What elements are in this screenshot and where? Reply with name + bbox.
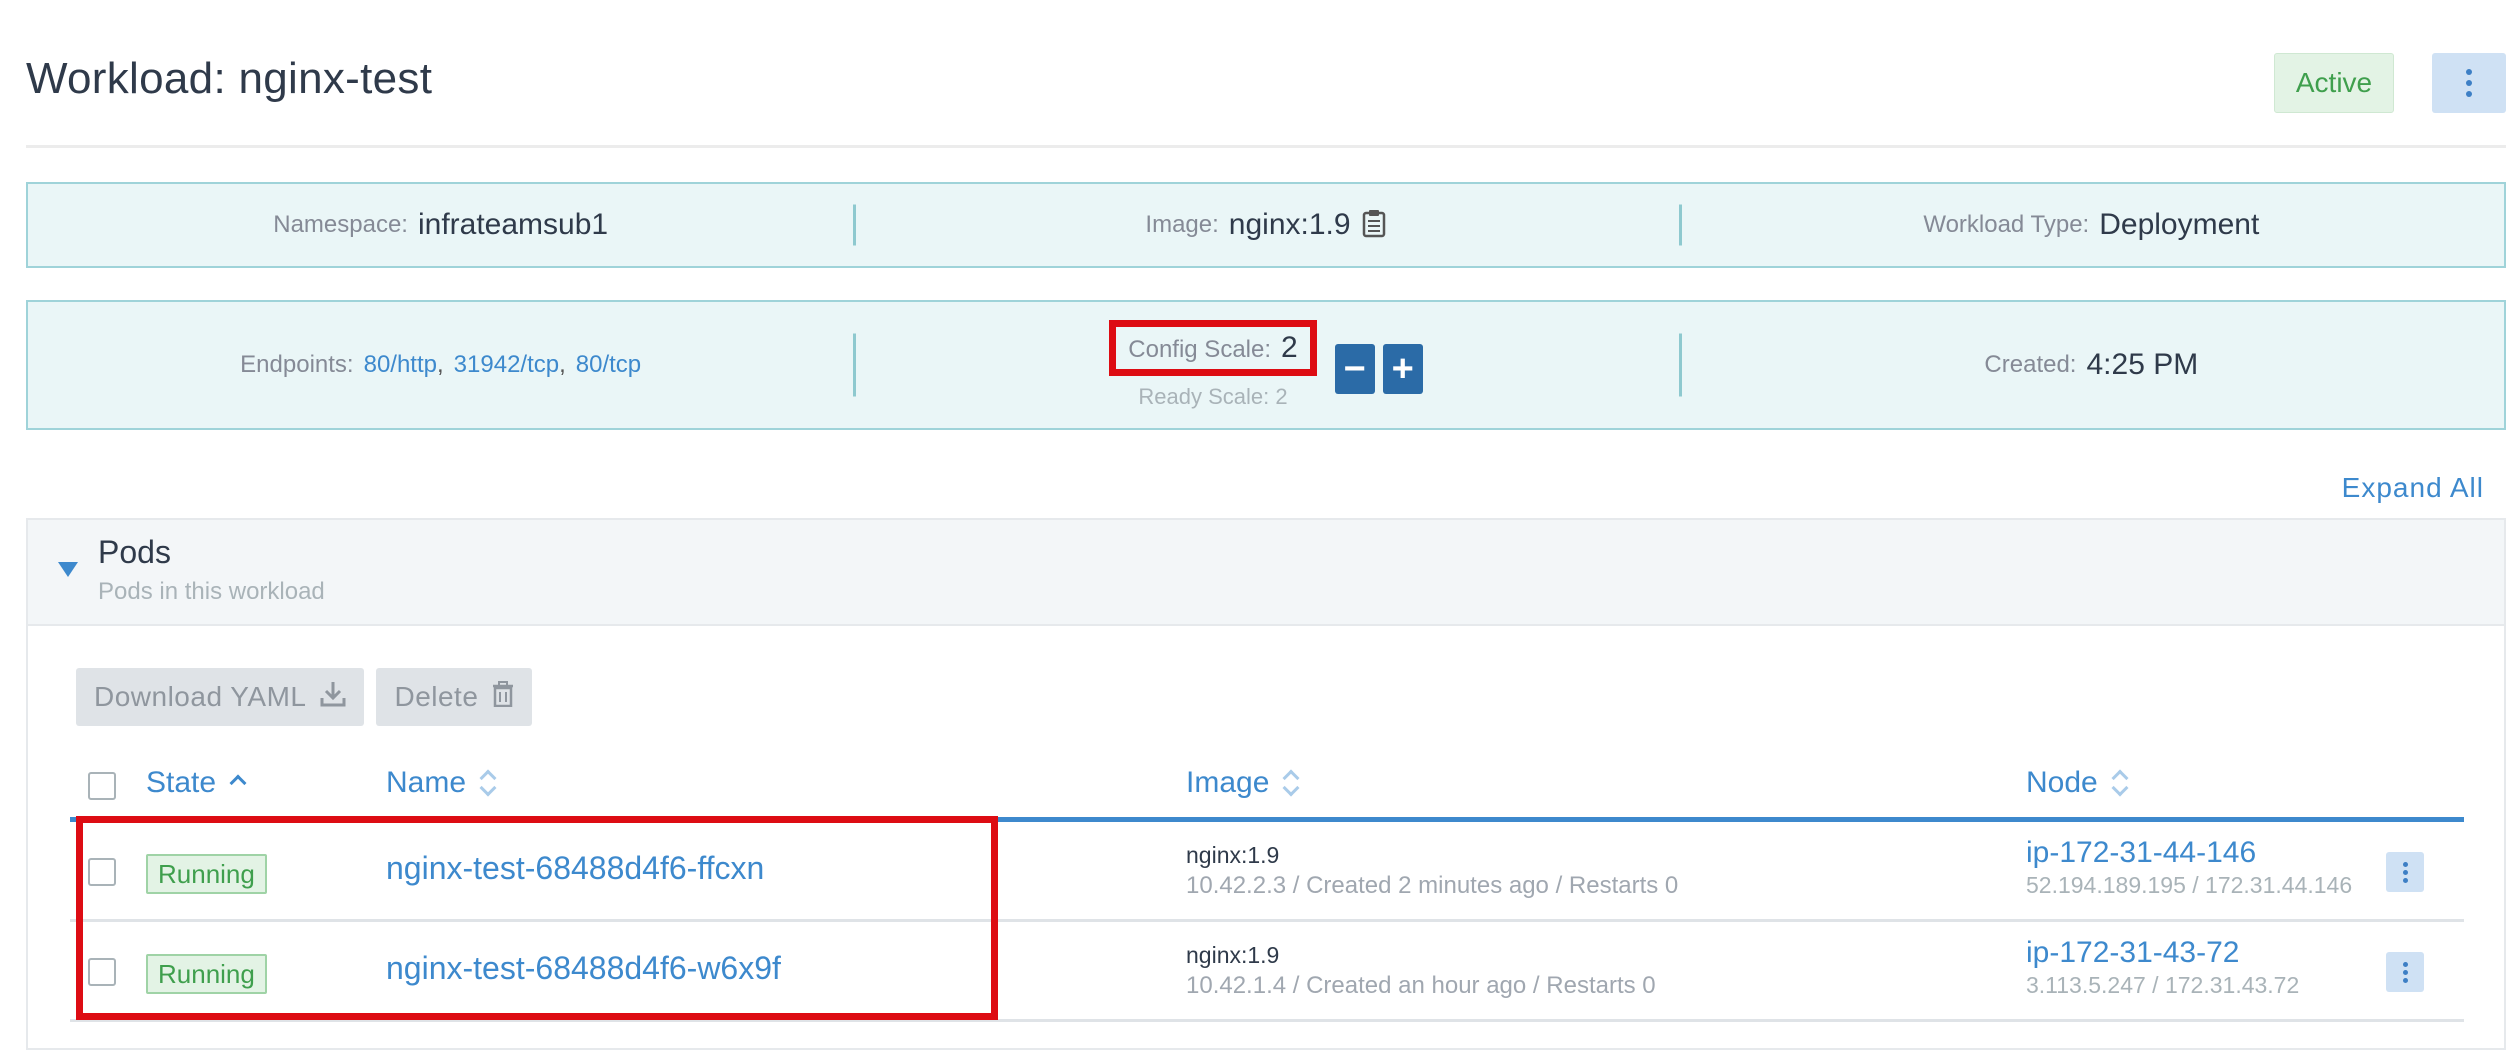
pods-subtitle: Pods in this workload [98, 578, 325, 605]
namespace-label: Namespace: [273, 211, 408, 238]
config-scale-value: 2 [1281, 331, 1298, 364]
select-all-checkbox[interactable] [88, 772, 116, 800]
table-header: State Name Image Node [70, 748, 2464, 822]
download-yaml-label: Download YAML [94, 681, 307, 712]
table-row: Running nginx-test-68488d4f6-w6x9f nginx… [70, 922, 2464, 1022]
status-badge: Active [2274, 53, 2394, 113]
pod-meta: 10.42.1.4 / Created an hour ago / Restar… [1186, 972, 1656, 999]
sort-icon [229, 774, 247, 792]
pods-section: Pods Pods in this workload Download YAML… [26, 518, 2506, 1050]
config-scale: Config Scale: 2 [1109, 320, 1317, 376]
workload-scale-panel: Endpoints: 80/http, 31942/tcp, 80/tcp Co… [26, 300, 2506, 430]
workload-type-value: Deployment [2099, 208, 2260, 241]
endpoint-link[interactable]: 31942/tcp [454, 351, 559, 379]
workload-actions-button[interactable] [2432, 53, 2506, 113]
ready-scale: Ready Scale: 2 [1138, 384, 1288, 409]
workload-type-cell: Workload Type: Deployment [1679, 184, 2504, 266]
row-checkbox[interactable] [88, 858, 116, 886]
delete-button[interactable]: Delete [376, 668, 533, 726]
image-cell: Image: nginx:1.9 [853, 184, 1678, 266]
pods-section-header[interactable]: Pods Pods in this workload [28, 520, 2504, 626]
download-yaml-button[interactable]: Download YAML [76, 668, 365, 726]
namespace-cell: Namespace: infrateamsub1 [28, 184, 853, 266]
workload-type-label: Workload Type: [1923, 211, 2090, 238]
row-actions-button[interactable] [2386, 852, 2424, 892]
download-icon [320, 680, 346, 715]
node-ips: 52.194.189.195 / 172.31.44.146 [2026, 872, 2353, 898]
pods-title: Pods [98, 534, 171, 570]
scale-cell: Config Scale: 2 Ready Scale: 2 − + [853, 302, 1678, 428]
sort-icon [2111, 769, 2129, 797]
config-scale-label: Config Scale: [1128, 336, 1272, 363]
scale-down-button[interactable]: − [1334, 344, 1375, 394]
endpoint-link[interactable]: 80/tcp [576, 351, 641, 379]
scale-up-button[interactable]: + [1382, 344, 1423, 394]
state-badge: Running [146, 854, 267, 894]
created-value: 4:25 PM [2086, 348, 2199, 381]
column-header-image[interactable]: Image [1186, 766, 1300, 800]
pod-image: nginx:1.9 [1186, 942, 1280, 968]
pod-name-link[interactable]: nginx-test-68488d4f6-w6x9f [386, 950, 781, 987]
bulk-actions: Download YAML Delete [76, 668, 533, 726]
state-badge: Running [146, 954, 267, 994]
page-header: Workload: nginx-test Active [26, 40, 2506, 148]
pod-image: nginx:1.9 [1186, 842, 1280, 868]
column-header-node[interactable]: Node [2026, 766, 2129, 800]
node-link[interactable]: ip-172-31-43-72 [2026, 936, 2239, 970]
workload-info-panel: Namespace: infrateamsub1 Image: nginx:1.… [26, 182, 2506, 268]
vertical-dots-icon [2402, 961, 2408, 983]
caret-down-icon[interactable] [58, 562, 78, 577]
page-title: Workload: nginx-test [26, 54, 433, 103]
created-cell: Created: 4:25 PM [1679, 302, 2504, 428]
image-label: Image: [1145, 211, 1219, 238]
endpoint-link[interactable]: 80/http [364, 351, 437, 379]
pod-meta: 10.42.2.3 / Created 2 minutes ago / Rest… [1186, 872, 1679, 899]
row-actions-button[interactable] [2386, 952, 2424, 992]
vertical-dots-icon [2402, 861, 2408, 883]
pod-name-link[interactable]: nginx-test-68488d4f6-ffcxn [386, 850, 764, 887]
image-value: nginx:1.9 [1228, 208, 1351, 241]
clipboard-icon[interactable] [1361, 208, 1387, 243]
row-checkbox[interactable] [88, 958, 116, 986]
endpoints-label: Endpoints: [240, 351, 354, 378]
endpoints-cell: Endpoints: 80/http, 31942/tcp, 80/tcp [240, 351, 642, 379]
created-label: Created: [1984, 351, 2077, 378]
expand-all-link[interactable]: Expand All [2342, 472, 2484, 504]
pods-table: State Name Image Node Running nginx-test… [70, 748, 2464, 1022]
node-ips: 3.113.5.247 / 172.31.43.72 [2026, 972, 2300, 998]
node-link[interactable]: ip-172-31-44-146 [2026, 836, 2256, 870]
trash-icon [492, 680, 514, 714]
namespace-value: infrateamsub1 [417, 208, 609, 241]
table-row: Running nginx-test-68488d4f6-ffcxn nginx… [70, 822, 2464, 922]
sort-icon [1282, 769, 1300, 797]
sort-icon [479, 769, 497, 797]
column-header-state[interactable]: State [146, 766, 247, 800]
delete-label: Delete [394, 681, 479, 712]
vertical-dots-icon [2466, 69, 2472, 97]
column-header-name[interactable]: Name [386, 766, 497, 800]
